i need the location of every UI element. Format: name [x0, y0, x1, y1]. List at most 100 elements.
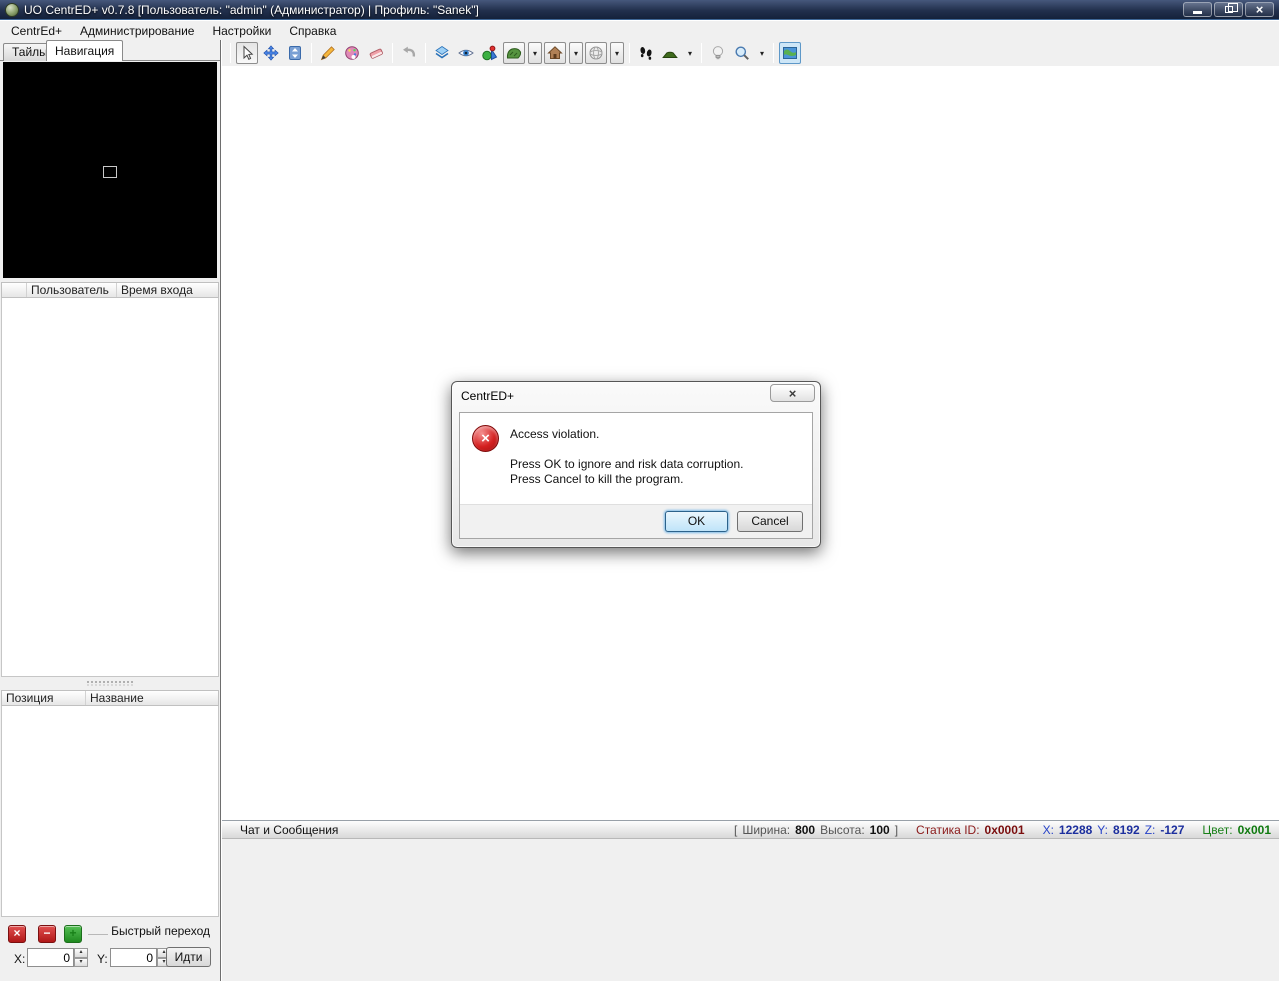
- chat-title: Чат и Сообщения: [240, 822, 339, 837]
- lighting-button[interactable]: [707, 42, 729, 64]
- terrain-brush-button[interactable]: [503, 42, 525, 64]
- users-col-user[interactable]: Пользователь: [27, 283, 117, 297]
- walkable-button[interactable]: [635, 42, 657, 64]
- magnifier-icon: [735, 46, 749, 60]
- x-input[interactable]: [27, 948, 74, 967]
- app-icon: [5, 2, 19, 17]
- dialog-close-icon: ×: [788, 385, 797, 401]
- coordinates-status: X: 12288 Y: 8192 Z: -127: [1043, 823, 1185, 837]
- window-titlebar: UO CentrED+ v0.7.8 [Пользователь: "admin…: [0, 0, 1279, 20]
- undo-button[interactable]: [398, 42, 420, 64]
- y-input[interactable]: [110, 948, 157, 967]
- x-spin-up-button[interactable]: ▴: [74, 948, 88, 958]
- flat-view-button[interactable]: [659, 42, 681, 64]
- restore-button[interactable]: [1214, 2, 1243, 17]
- wireframe-button[interactable]: [585, 42, 607, 64]
- dialog-instruction-2: Press Cancel to kill the program.: [510, 472, 684, 486]
- minimap[interactable]: [3, 62, 217, 278]
- erase-tool-button[interactable]: [365, 42, 387, 64]
- tab-navigation[interactable]: Навигация: [46, 40, 124, 61]
- terrain-icon: [506, 48, 522, 59]
- positions-table-body[interactable]: [1, 706, 219, 917]
- dialog-close-button[interactable]: ×: [770, 384, 815, 402]
- pencil-icon: [320, 46, 335, 61]
- coord-y-label: Y:: [1097, 822, 1108, 837]
- chat-messages-area[interactable]: [222, 839, 1279, 981]
- zoom-button[interactable]: [731, 42, 753, 64]
- radar-map-button[interactable]: [779, 42, 801, 64]
- brush-size-status: [ Ширина: 800 Высота: 100 ]: [734, 822, 899, 837]
- width-label: Ширина:: [742, 822, 791, 837]
- static-id-status: Статика ID: 0x0001: [916, 823, 1025, 837]
- users-table-body[interactable]: [1, 298, 219, 677]
- coord-y-value: 8192: [1112, 822, 1140, 837]
- error-icon: ×: [472, 425, 499, 452]
- plus-icon: +: [69, 926, 77, 940]
- go-button[interactable]: Идти: [166, 947, 211, 967]
- navigation-panel: Пользователь Время входа Позиция Названи…: [0, 60, 220, 981]
- terrain-brush-dropdown[interactable]: ▾: [528, 42, 542, 64]
- height-label: Высота:: [820, 822, 865, 837]
- virtual-layer-button[interactable]: [479, 42, 501, 64]
- users-col-icon[interactable]: [2, 283, 27, 297]
- menu-help[interactable]: Справка: [280, 22, 345, 40]
- clear-position-button[interactable]: ×: [8, 925, 26, 943]
- users-col-login-time[interactable]: Время входа: [117, 283, 218, 297]
- minus-icon: −: [43, 926, 51, 940]
- menu-bar: CentrEd+ Администрирование Настройки Спр…: [0, 21, 1279, 40]
- eraser-icon: [369, 48, 383, 59]
- dialog-content: × Access violation. Press OK to ignore a…: [459, 412, 813, 539]
- move-tool-button[interactable]: [260, 42, 282, 64]
- draw-tool-button[interactable]: [317, 42, 339, 64]
- menu-settings[interactable]: Настройки: [203, 22, 280, 40]
- wireframe-dropdown[interactable]: ▾: [610, 42, 624, 64]
- statics-brush-dropdown[interactable]: ▾: [569, 42, 583, 64]
- wireframe-sphere-icon: [589, 46, 603, 60]
- minimap-viewport-rect[interactable]: [103, 166, 117, 178]
- restore-icon: [1224, 3, 1238, 13]
- filter-button[interactable]: [455, 42, 477, 64]
- coord-x-value: 12288: [1058, 822, 1093, 837]
- delete-position-button[interactable]: −: [38, 925, 56, 943]
- boundaries-button[interactable]: [431, 42, 453, 64]
- positions-col-position[interactable]: Позиция: [2, 691, 86, 705]
- layers-icon: [435, 46, 449, 59]
- toolbar-separator: [425, 43, 426, 63]
- close-button[interactable]: ×: [1245, 2, 1274, 17]
- toolbar-separator: [773, 43, 774, 63]
- dialog-instruction-1: Press OK to ignore and risk data corrupt…: [510, 457, 744, 471]
- footprints-icon: [640, 47, 652, 60]
- menu-administration[interactable]: Администрирование: [71, 22, 203, 40]
- height-value: 100: [869, 822, 890, 837]
- eye-icon: [458, 49, 474, 57]
- add-position-button[interactable]: +: [64, 925, 82, 943]
- cursor-icon: [243, 45, 254, 60]
- statics-brush-button[interactable]: [544, 42, 566, 64]
- static-id-label: Статика ID:: [916, 822, 980, 837]
- virtual-layer-icon: [482, 45, 498, 61]
- house-icon: [547, 46, 563, 59]
- coord-x-label: X:: [1042, 822, 1054, 837]
- positions-col-name[interactable]: Название: [86, 691, 218, 705]
- quick-jump-group-label: Быстрый переход: [108, 924, 213, 938]
- width-value: 800: [795, 822, 816, 837]
- remove-icon: ×: [13, 926, 21, 940]
- menu-centred[interactable]: CentrEd+: [2, 22, 71, 40]
- panel-splitter[interactable]: [1, 678, 219, 689]
- left-sidebar: Тайлы Навигация Пользователь Время входа…: [0, 40, 221, 981]
- color-label: Цвет:: [1202, 822, 1233, 837]
- cancel-button[interactable]: Cancel: [737, 511, 803, 532]
- toolbar-separator: [701, 43, 702, 63]
- minimize-button[interactable]: [1183, 2, 1212, 17]
- flat-view-dropdown[interactable]: ▾: [684, 42, 696, 64]
- x-spin-down-button[interactable]: ▾: [74, 957, 88, 967]
- select-tool-button[interactable]: [236, 42, 258, 64]
- move-icon: [263, 45, 279, 61]
- mound-icon: [662, 51, 678, 58]
- elevate-tool-button[interactable]: [284, 42, 306, 64]
- ok-button[interactable]: OK: [665, 511, 728, 532]
- hue-tool-button[interactable]: [341, 42, 363, 64]
- zoom-dropdown[interactable]: ▾: [756, 42, 768, 64]
- x-label: X:: [14, 952, 26, 966]
- toolbar-separator: [392, 43, 393, 63]
